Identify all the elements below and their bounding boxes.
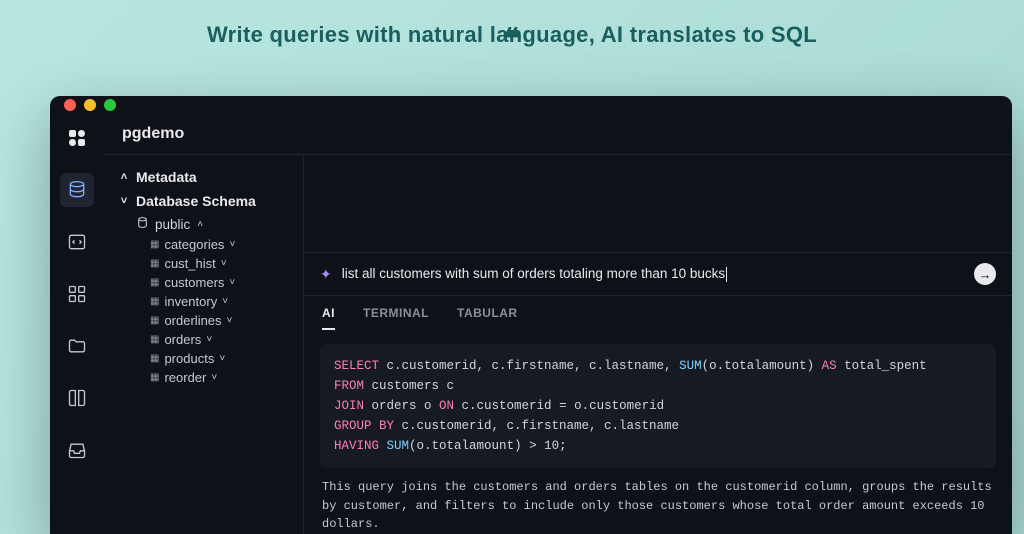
app-window: pgdemo ˄ Metadata ˅ Database Schema xyxy=(50,96,1012,534)
schema-icon xyxy=(136,216,150,232)
chevron-up-icon: ˄ xyxy=(118,171,130,183)
table-item[interactable]: ▦ inventory ˅ xyxy=(104,292,303,311)
table-name: reorder xyxy=(164,370,206,385)
tab-tabular[interactable]: TABULAR xyxy=(457,306,518,330)
page-title: pgdemo xyxy=(122,125,184,143)
dashboard-icon[interactable] xyxy=(60,277,94,311)
table-name: customers xyxy=(164,275,224,290)
tab-ai[interactable]: AI xyxy=(322,306,335,330)
book-icon[interactable] xyxy=(60,381,94,415)
result-tabs: AI TERMINAL TABULAR xyxy=(304,296,1012,330)
sql-code: SELECT c.customerid, c.firstname, c.last… xyxy=(320,344,996,468)
table-icon: ▦ xyxy=(150,277,159,288)
chevron-down-icon: ˅ xyxy=(229,277,235,288)
schema-public[interactable]: public ˄ xyxy=(104,213,303,235)
table-item[interactable]: ▦ customers ˅ xyxy=(104,273,303,292)
maximize-icon[interactable] xyxy=(104,99,116,111)
editor-blank xyxy=(304,155,1012,253)
code-icon[interactable] xyxy=(60,225,94,259)
chevron-down-icon: ˅ xyxy=(221,258,227,269)
table-icon: ▦ xyxy=(150,315,159,326)
table-item[interactable]: ▦ categories ˅ xyxy=(104,235,303,254)
database-icon[interactable] xyxy=(60,173,94,207)
sparkle-icon: ✦ xyxy=(320,266,332,283)
chevron-up-icon: ˄ xyxy=(197,219,203,230)
table-item[interactable]: ▦ products ˅ xyxy=(104,349,303,368)
tree-label: Metadata xyxy=(136,169,197,185)
chevron-down-icon: ˅ xyxy=(211,372,217,383)
table-item[interactable]: ▦ cust_hist ˅ xyxy=(104,254,303,273)
tab-terminal[interactable]: TERMINAL xyxy=(363,306,429,330)
logo-icon[interactable] xyxy=(60,121,94,155)
table-name: categories xyxy=(164,237,224,252)
tree-label: Database Schema xyxy=(136,193,256,209)
table-item[interactable]: ▦ orderlines ˅ xyxy=(104,311,303,330)
table-name: cust_hist xyxy=(164,256,215,271)
titlebar xyxy=(50,96,1012,113)
chevron-down-icon: ˅ xyxy=(206,334,212,345)
table-item[interactable]: ▦ reorder ˅ xyxy=(104,368,303,387)
minimize-icon[interactable] xyxy=(84,99,96,111)
table-icon: ▦ xyxy=(150,258,159,269)
table-item[interactable]: ▦ orders ˅ xyxy=(104,330,303,349)
chevron-down-icon: ˅ xyxy=(222,296,228,307)
editor-pane: ✦ list all customers with sum of orders … xyxy=(304,155,1012,534)
table-icon: ▦ xyxy=(150,372,159,383)
chevron-down-icon: ˅ xyxy=(219,353,225,364)
tree-metadata[interactable]: ˄ Metadata xyxy=(104,165,303,189)
table-icon: ▦ xyxy=(150,334,159,345)
quote-icon: ❝ xyxy=(504,22,519,55)
explanation-text: This query joins the customers and order… xyxy=(304,478,1012,534)
chevron-down-icon: ˅ xyxy=(229,239,235,250)
prompt-input[interactable]: list all customers with sum of orders to… xyxy=(342,266,964,282)
inbox-icon[interactable] xyxy=(60,433,94,467)
nav-rail xyxy=(50,113,104,534)
tree-schema[interactable]: ˅ Database Schema xyxy=(104,189,303,213)
table-name: inventory xyxy=(164,294,217,309)
table-icon: ▦ xyxy=(150,296,159,307)
table-name: orders xyxy=(164,332,201,347)
prompt-row: ✦ list all customers with sum of orders … xyxy=(304,253,1012,296)
submit-button[interactable]: → xyxy=(974,263,996,285)
folder-icon[interactable] xyxy=(60,329,94,363)
table-icon: ▦ xyxy=(150,239,159,250)
chevron-down-icon: ˅ xyxy=(227,315,233,326)
table-name: orderlines xyxy=(164,313,221,328)
chevron-down-icon: ˅ xyxy=(118,195,130,207)
table-icon: ▦ xyxy=(150,353,159,364)
table-name: products xyxy=(164,351,214,366)
header: pgdemo xyxy=(104,113,1012,155)
schema-name: public xyxy=(155,217,190,232)
schema-sidebar: ˄ Metadata ˅ Database Schema public ˄ xyxy=(104,155,304,534)
close-icon[interactable] xyxy=(64,99,76,111)
